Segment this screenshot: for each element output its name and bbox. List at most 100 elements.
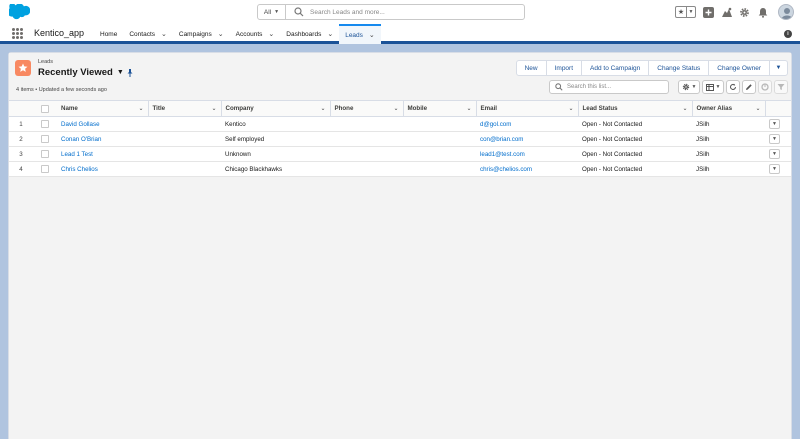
chevron-down-icon[interactable]: ⌄ (218, 30, 224, 38)
setup-gear-icon[interactable] (738, 6, 751, 19)
row-actions-menu-button[interactable]: ▼ (769, 149, 780, 159)
leads-table: Name ⌄ Title ⌄ Company ⌄ Phone ⌄ Mobile ⌄ Ema… (9, 100, 791, 177)
email-link[interactable]: chris@chelios.com (480, 166, 532, 173)
cell-company: Self employed (221, 131, 330, 147)
column-header-owner-alias[interactable]: Owner Alias ⌄ (692, 100, 766, 117)
chevron-down-icon[interactable]: ⌄ (393, 105, 398, 112)
chevron-down-icon[interactable]: ⌄ (268, 30, 274, 38)
chevron-down-icon[interactable]: ⌄ (369, 31, 375, 39)
table-row: 1 David Gollase Kentico d@gol.com Open -… (9, 116, 791, 132)
chevron-down-icon[interactable]: ⌄ (568, 105, 573, 112)
cell-title (148, 161, 221, 177)
pin-icon[interactable] (126, 69, 134, 77)
cell-owner-alias: JSilh (692, 131, 765, 147)
chevron-down-icon[interactable]: ⌄ (327, 30, 333, 38)
nav-item-campaigns[interactable]: Campaigns ⌄ (173, 24, 230, 44)
nav-items: Home Contacts ⌄ Campaigns ⌄ Accounts ⌄ D… (94, 24, 381, 44)
column-header-title[interactable]: Title ⌄ (148, 100, 222, 117)
list-meta-status: 4 items • Updated a few seconds ago (16, 87, 107, 93)
row-checkbox-cell (33, 131, 57, 147)
row-actions-menu-button[interactable]: ▼ (769, 119, 780, 129)
select-all-header[interactable] (33, 100, 57, 117)
add-to-campaign-button[interactable]: Add to Campaign (582, 61, 650, 75)
import-button[interactable]: Import (547, 61, 583, 75)
filters-button[interactable] (774, 80, 788, 94)
cell-email: d@gol.com (476, 116, 578, 132)
row-checkbox[interactable] (41, 135, 49, 143)
object-label: Leads (38, 59, 53, 65)
list-search-input[interactable]: Search this list... (549, 80, 669, 94)
column-header-email[interactable]: Email ⌄ (476, 100, 579, 117)
row-actions-menu-button[interactable]: ▼ (769, 164, 780, 174)
chevron-down-icon[interactable]: ⌄ (682, 105, 687, 112)
row-checkbox[interactable] (41, 150, 49, 158)
row-actions-menu-button[interactable]: ▼ (769, 134, 780, 144)
user-avatar[interactable] (778, 4, 794, 20)
app-name: Kentico_app (34, 28, 85, 38)
notifications-bell-icon[interactable] (756, 6, 769, 19)
refresh-icon (730, 83, 736, 90)
info-icon[interactable]: i (784, 30, 792, 38)
lead-name-link[interactable]: Conan O'Brian (61, 136, 101, 143)
nav-item-home[interactable]: Home (94, 24, 123, 44)
select-all-checkbox[interactable] (41, 104, 49, 113)
row-checkbox[interactable] (41, 120, 49, 128)
global-search-input[interactable]: Search Leads and more... (310, 9, 385, 16)
edit-list-button[interactable] (742, 80, 756, 94)
change-owner-button[interactable]: Change Owner (709, 61, 770, 75)
email-link[interactable]: lead1@test.com (480, 151, 525, 158)
row-checkbox[interactable] (41, 165, 49, 173)
chevron-down-icon[interactable]: ⌄ (755, 105, 760, 112)
lead-name-link[interactable]: Chris Chelios (61, 166, 98, 173)
list-action-buttons: New Import Add to Campaign Change Status… (515, 60, 788, 76)
list-view-selector[interactable]: Recently Viewed ▼ (38, 67, 124, 78)
star-icon[interactable]: ★ (676, 7, 687, 17)
chevron-down-icon[interactable]: ⌄ (161, 30, 167, 38)
search-icon (555, 83, 563, 91)
salesforce-cloud-icon[interactable] (9, 4, 30, 20)
nav-item-accounts[interactable]: Accounts ⌄ (230, 24, 281, 44)
change-status-button[interactable]: Change Status (649, 61, 710, 75)
charts-button[interactable] (758, 80, 772, 94)
app-launcher-icon[interactable] (12, 28, 23, 39)
nav-item-dashboards[interactable]: Dashboards ⌄ (280, 24, 339, 44)
email-link[interactable]: con@brian.com (480, 136, 523, 143)
column-label: Owner Alias (696, 105, 733, 112)
column-header-lead-status[interactable]: Lead Status ⌄ (578, 100, 693, 117)
chevron-down-icon[interactable]: ⌄ (320, 105, 325, 112)
nav-item-contacts[interactable]: Contacts ⌄ (123, 24, 173, 44)
cell-name: Lead 1 Test (57, 146, 148, 162)
column-header-mobile[interactable]: Mobile ⌄ (403, 100, 477, 117)
new-button[interactable]: New (517, 61, 547, 75)
nav-item-label: Contacts (129, 30, 155, 38)
display-as-button[interactable]: ▼ (702, 80, 724, 94)
chevron-down-icon[interactable]: ⌄ (211, 105, 216, 112)
trailhead-icon[interactable] (720, 6, 733, 19)
chevron-down-icon[interactable]: ▼ (117, 69, 124, 76)
email-link[interactable]: d@gol.com (480, 121, 511, 128)
chevron-down-icon[interactable]: ⌄ (466, 105, 471, 112)
refresh-button[interactable] (726, 80, 740, 94)
nav-item-label: Accounts (235, 30, 263, 38)
favorites-button[interactable]: ★ ▼ (675, 6, 696, 18)
cell-title (148, 146, 221, 162)
column-header-phone[interactable]: Phone ⌄ (330, 100, 404, 117)
cell-lead-status: Open - Not Contacted (578, 161, 692, 177)
more-actions-button[interactable]: ▼ (770, 61, 787, 75)
cell-email: chris@chelios.com (476, 161, 578, 177)
cell-email: con@brian.com (476, 131, 578, 147)
column-header-company[interactable]: Company ⌄ (221, 100, 331, 117)
lead-name-link[interactable]: David Gollase (61, 121, 100, 128)
favorites-menu-icon[interactable]: ▼ (687, 7, 695, 17)
chevron-down-icon[interactable]: ⌄ (138, 105, 143, 112)
cell-owner-alias: JSilh (692, 161, 765, 177)
lead-name-link[interactable]: Lead 1 Test (61, 151, 93, 158)
column-header-name[interactable]: Name ⌄ (57, 100, 149, 117)
cell-phone (330, 131, 403, 147)
gear-icon (682, 83, 689, 91)
global-actions-icon[interactable] (702, 6, 715, 19)
list-settings-button[interactable]: ▼ (678, 80, 700, 94)
search-scope-dropdown[interactable]: All ▼ (258, 5, 286, 19)
global-search[interactable]: All ▼ Search Leads and more... (257, 4, 525, 20)
nav-item-leads[interactable]: Leads ⌄ (339, 24, 381, 44)
